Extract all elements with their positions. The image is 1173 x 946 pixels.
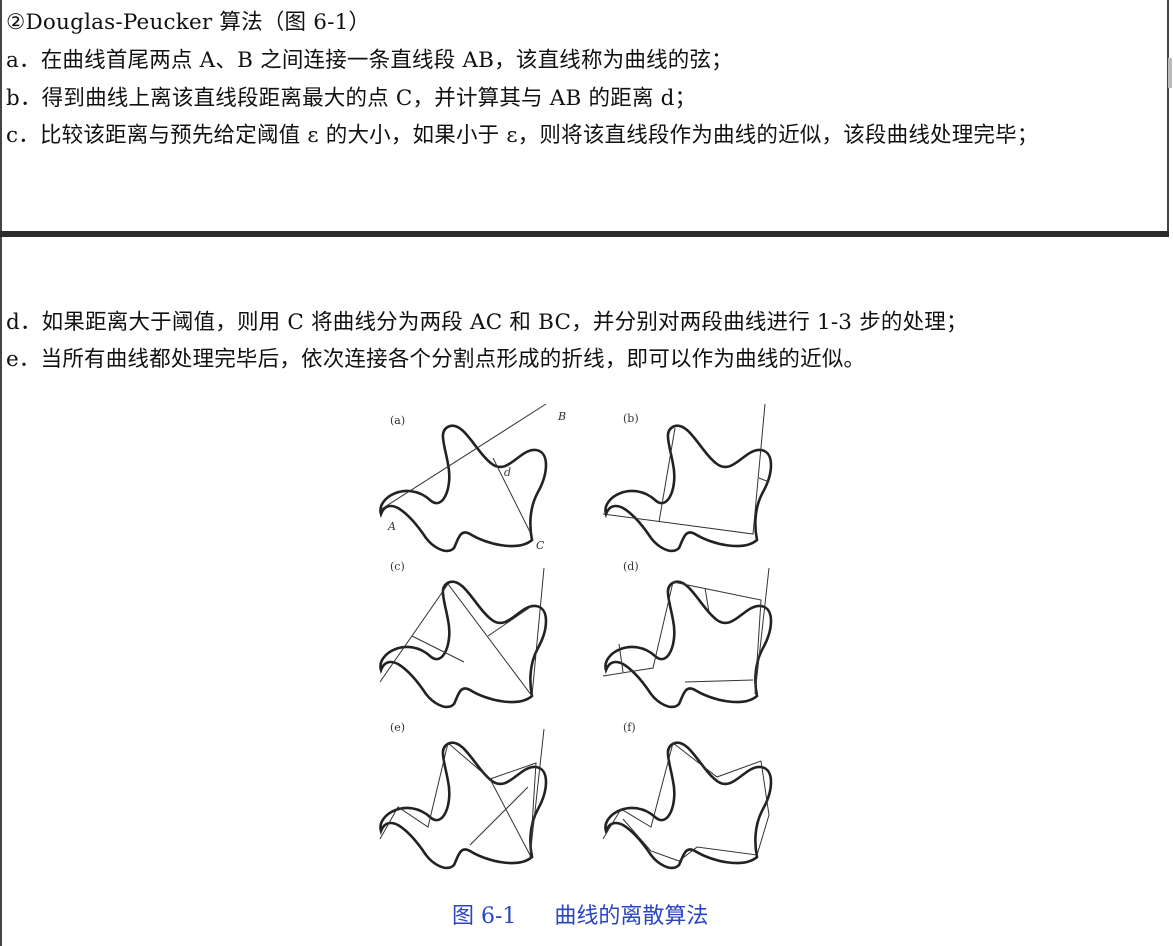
page-border-left: [0, 0, 2, 946]
page-border-right: [1167, 0, 1169, 232]
point-label-c: C: [536, 539, 545, 552]
panel-b: (b): [602, 403, 773, 553]
section-heading: ②Douglas-Peucker 算法（图 6-1）: [6, 10, 371, 35]
scrollbar-thumb[interactable]: [1168, 58, 1172, 88]
caption-number: 图 6-1: [452, 904, 517, 929]
step-a: a．在曲线首尾两点 A、B 之间连接一条直线段 AB，该直线称为曲线的弦；: [6, 48, 733, 73]
step-e: e．当所有曲线都处理完毕后，依次连接各个分割点形成的折线，即可以作为曲线的近似。: [6, 347, 866, 372]
panel-c: (c): [379, 560, 548, 709]
point-label-a: A: [387, 520, 396, 533]
panel-d: (d): [602, 560, 773, 709]
page-break-divider: [0, 231, 1169, 237]
step-c: c．比较该距离与预先给定阈值 ε 的大小，如果小于 ε，则将该直线段作为曲线的近…: [6, 123, 1039, 148]
panel-label-e: (e): [390, 721, 405, 734]
panel-label-f: (f): [623, 721, 636, 734]
panel-a: (a) A B C d: [379, 403, 566, 553]
panel-label-b: (b): [623, 412, 639, 425]
point-label-b: B: [557, 410, 566, 423]
panel-e: (e): [379, 721, 548, 870]
panel-label-d: (d): [623, 560, 639, 573]
panel-label-c: (c): [390, 560, 405, 573]
distance-line: [492, 457, 531, 533]
distance-label-d: d: [504, 466, 511, 479]
step-d: d．如果距离大于阈值，则用 C 将曲线分为两段 AC 和 BC，并分别对两段曲线…: [6, 310, 968, 335]
panel-f: (f): [602, 721, 773, 870]
caption-title: 曲线的离散算法: [554, 904, 709, 929]
douglas-peucker-figure: (a) A B C d (b) (c) (d) (e) (f): [379, 403, 773, 870]
step-b: b．得到曲线上离该直线段距离最大的点 C，并计算其与 AB 的距离 d；: [6, 86, 697, 111]
panel-label-a: (a): [390, 414, 405, 427]
figure-caption: 图 6-1 曲线的离散算法: [452, 901, 708, 933]
